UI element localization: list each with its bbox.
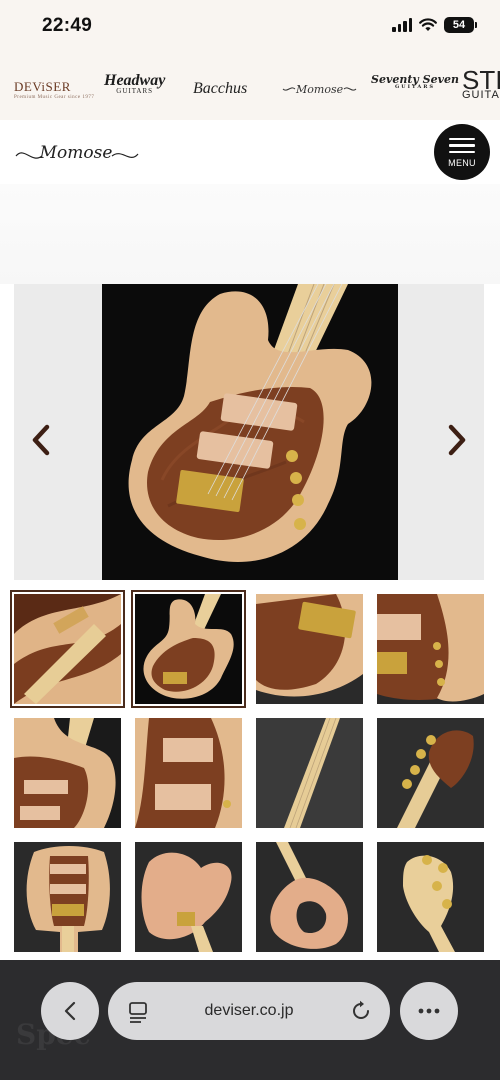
status-time: 22:49 — [42, 15, 93, 36]
brand-deviser-text: DEViSER — [14, 78, 71, 94]
chevron-left-icon — [32, 424, 50, 456]
wifi-icon — [419, 18, 437, 31]
brand-headway-text: Headway — [104, 72, 166, 89]
thumbnail-image — [135, 718, 242, 828]
thumbnail-image — [14, 842, 121, 952]
thumbnail-image — [135, 842, 242, 952]
flourish-right-icon — [343, 87, 357, 91]
brand-seventy-sub: GUITARS — [394, 84, 436, 90]
carousel-prev-button[interactable] — [28, 422, 54, 458]
thumbnail-7[interactable] — [256, 718, 363, 828]
brand-headway-link[interactable]: Headway GUITARS — [104, 72, 166, 104]
brand-logo-strip: DEViSER Premium Music Gear since 1977 He… — [0, 56, 500, 120]
thumbnail-image — [377, 842, 484, 952]
browser-more-button[interactable] — [400, 982, 458, 1040]
ellipsis-icon — [418, 1008, 440, 1014]
brand-momose-text: Momose — [296, 82, 344, 96]
thumbnail-3[interactable] — [256, 594, 363, 704]
brand-seventy-seven-link[interactable]: Seventy Seven GUITARS — [371, 74, 459, 104]
thumbnail-image — [256, 718, 363, 828]
brand-deviser-link[interactable]: DEViSER Premium Music Gear since 1977 — [14, 74, 94, 104]
thumbnail-8[interactable] — [377, 718, 484, 828]
brand-deviser-tag: Premium Music Gear since 1977 — [14, 94, 95, 100]
thumbnail-image — [135, 594, 242, 704]
thumbnail-1[interactable] — [10, 590, 125, 708]
product-image-carousel[interactable] — [14, 284, 484, 580]
thumbnail-10[interactable] — [135, 842, 242, 952]
brand-bacchus-link[interactable]: Bacchus — [193, 74, 247, 104]
browser-back-button[interactable] — [41, 982, 99, 1040]
address-bar[interactable]: deviser.co.jp — [108, 982, 390, 1040]
thumbnail-2[interactable] — [131, 590, 246, 708]
hamburger-bar — [449, 150, 475, 154]
momose-logo-flourish: Momose — [15, 143, 139, 163]
thumbnail-image — [14, 718, 121, 828]
thumbnail-5[interactable] — [14, 718, 121, 828]
thumbnail-image — [256, 594, 363, 704]
flourish-left-icon — [282, 87, 296, 91]
site-logo[interactable]: Momose — [14, 134, 140, 170]
thumbnail-12[interactable] — [377, 842, 484, 952]
site-header: Momose MENU — [0, 120, 500, 184]
thumbnail-11[interactable] — [256, 842, 363, 952]
chevron-right-icon — [448, 424, 466, 456]
status-icons: 54 — [392, 17, 477, 33]
hamburger-bar — [449, 144, 475, 147]
thumbnail-4[interactable] — [377, 594, 484, 704]
browser-toolbar: Spec deviser.co.jp — [0, 960, 500, 1080]
menu-button[interactable]: MENU — [434, 124, 490, 180]
brand-sti-sub: GUITA — [462, 89, 500, 102]
chevron-left-icon — [64, 1001, 76, 1021]
brand-sti-link[interactable]: STI GUITA — [462, 65, 500, 102]
brand-sti-text: STI — [462, 65, 500, 95]
brand-headway-sub: GUITARS — [116, 87, 154, 96]
cellular-signal-icon — [392, 18, 412, 32]
menu-label: MENU — [448, 158, 476, 169]
thumbnail-image — [14, 594, 121, 704]
bass-guitar-image — [102, 284, 398, 580]
carousel-next-button[interactable] — [444, 422, 470, 458]
battery-icon: 54 — [444, 17, 477, 33]
reload-icon[interactable] — [350, 1000, 372, 1022]
thumbnail-image — [377, 718, 484, 828]
thumbnail-image — [256, 842, 363, 952]
thumbnail-6[interactable] — [135, 718, 242, 828]
brand-momose-link[interactable]: Momose — [282, 74, 357, 104]
brand-bacchus-text: Bacchus — [193, 80, 248, 97]
main-product-photo[interactable] — [102, 284, 398, 580]
status-bar: 22:49 54 — [0, 0, 500, 56]
page-spacer — [0, 184, 500, 284]
thumbnail-image — [377, 594, 484, 704]
site-logo-text: Momose — [39, 143, 113, 163]
url-text: deviser.co.jp — [204, 1002, 294, 1019]
hamburger-icon — [449, 137, 475, 141]
thumbnail-9[interactable] — [14, 842, 121, 952]
